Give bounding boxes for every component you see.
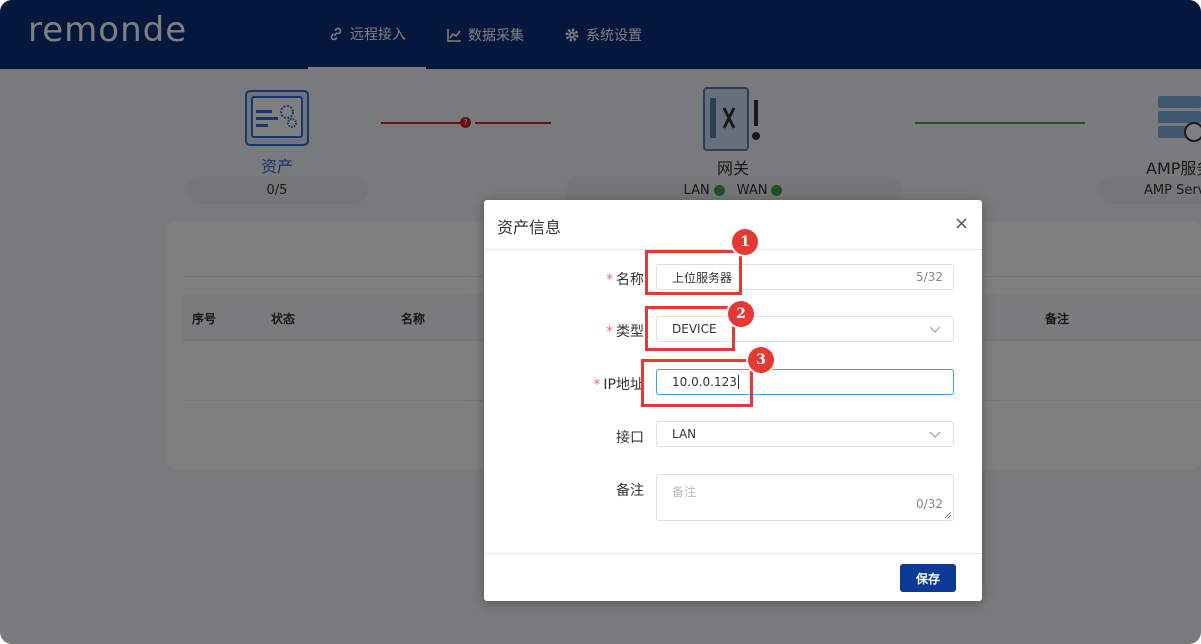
dialog-footer-divider <box>484 553 982 554</box>
port-select-value: LAN <box>672 427 697 441</box>
close-icon[interactable]: × <box>954 213 969 234</box>
save-button[interactable]: 保存 <box>900 564 956 592</box>
ip-field-label: * IP地址 <box>593 374 644 394</box>
chevron-down-icon <box>929 431 941 438</box>
annotation-badge-3: 3 <box>748 347 774 373</box>
note-placeholder: 备注 <box>672 485 697 499</box>
port-field-label: 接口 <box>616 430 644 446</box>
annotation-box-ip <box>641 359 753 407</box>
chevron-down-icon <box>929 326 941 333</box>
resize-handle-icon[interactable] <box>944 511 952 519</box>
annotation-box-name <box>645 250 742 295</box>
required-mark: * <box>606 324 613 340</box>
note-textarea[interactable]: 备注 0/32 <box>656 474 954 521</box>
name-field-label: * 名称 <box>606 269 644 289</box>
type-field-label: * 类型 <box>606 321 644 341</box>
required-mark: * <box>593 377 601 393</box>
note-char-count: 0/32 <box>916 497 943 511</box>
port-select[interactable]: LAN <box>656 421 954 447</box>
dialog-title: 资产信息 <box>497 218 562 237</box>
annotation-box-type <box>645 306 735 351</box>
name-label-text: 名称 <box>616 272 644 288</box>
ip-label-text: IP地址 <box>603 377 644 393</box>
name-char-count: 5/32 <box>916 270 943 284</box>
type-label-text: 类型 <box>616 324 644 340</box>
annotation-badge-1: 1 <box>732 229 758 255</box>
note-field-label: 备注 <box>616 483 644 499</box>
required-mark: * <box>606 272 613 288</box>
annotation-badge-2: 2 <box>728 301 754 327</box>
app-window: remonde 远程接入 数据采集 系统设置 资产 0/5 ? <box>0 0 1201 644</box>
